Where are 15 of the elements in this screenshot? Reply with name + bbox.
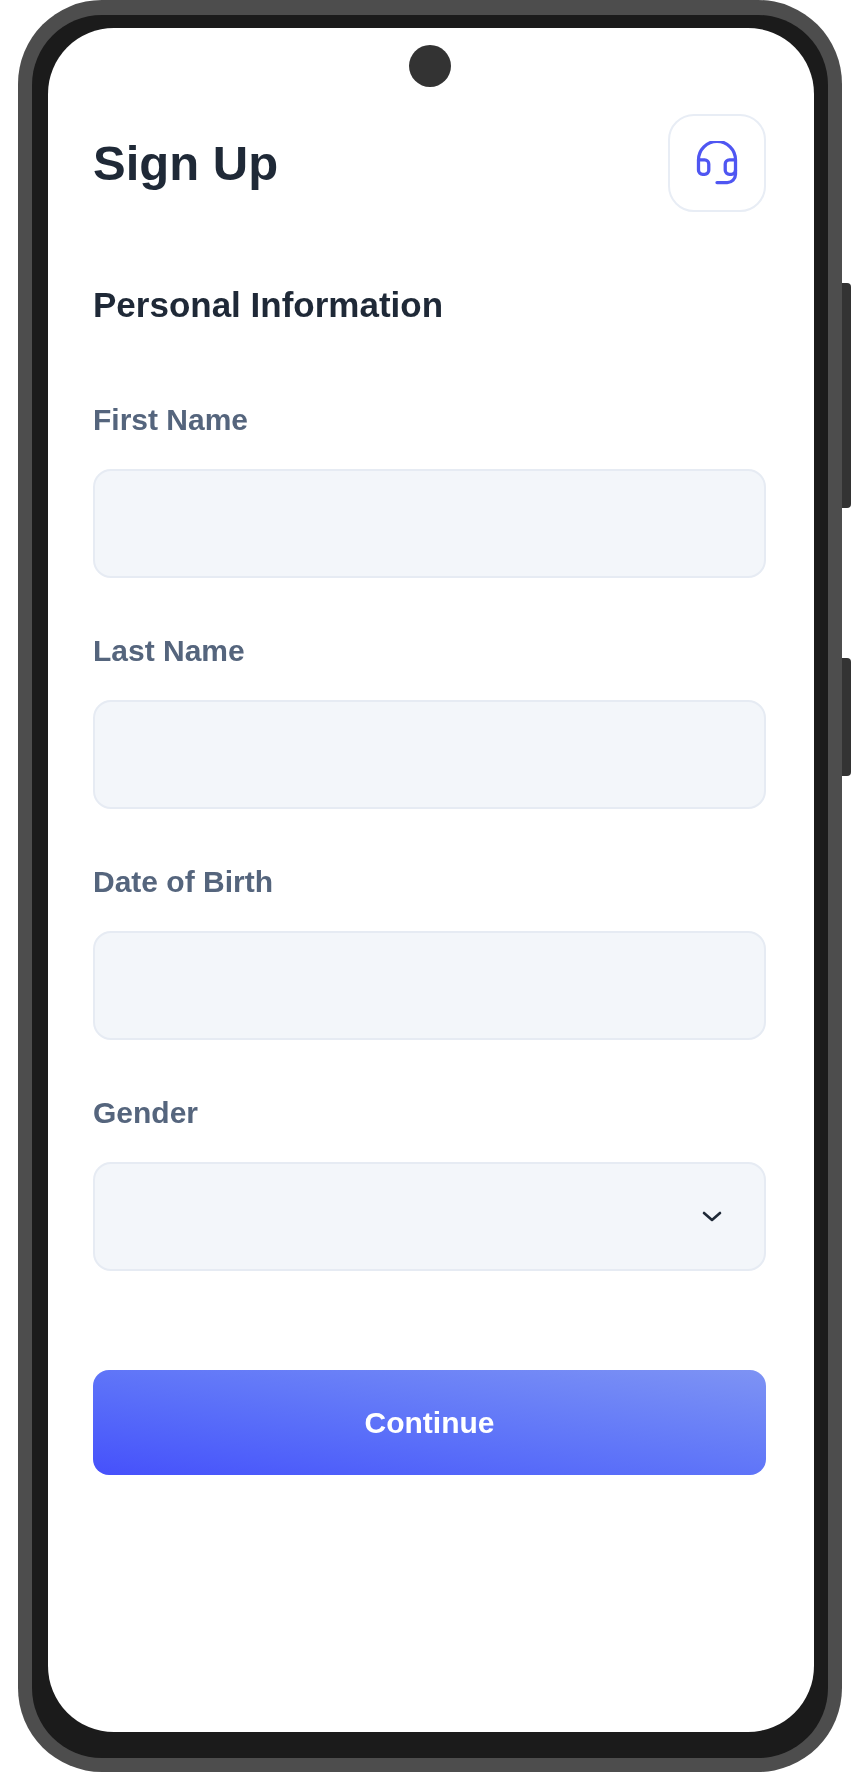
input-field[interactable] (93, 931, 766, 1040)
dropdown-field[interactable] (93, 1162, 766, 1271)
field-label: First Name (93, 402, 249, 438)
input-field[interactable] (93, 700, 766, 809)
section-title: Personal Information (93, 284, 444, 326)
chevron-down-icon (702, 1211, 722, 1222)
continue-button[interactable]: Continue (93, 1370, 766, 1475)
front-camera-icon (408, 45, 451, 87)
field-label: Gender (93, 1095, 199, 1131)
page-title: Sign Up (93, 138, 279, 188)
input-field[interactable] (93, 469, 766, 578)
field-label: Date of Birth (93, 864, 273, 900)
headset-icon (696, 141, 738, 185)
support-button[interactable] (668, 114, 766, 212)
field-label: Last Name (93, 633, 245, 669)
